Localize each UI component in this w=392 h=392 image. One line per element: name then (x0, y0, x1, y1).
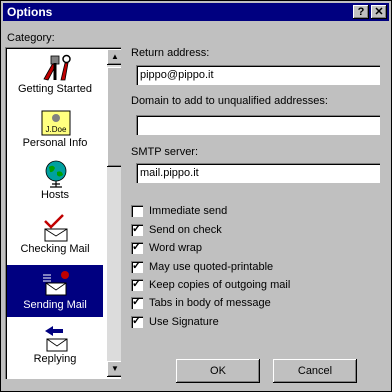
mail-send-icon (43, 271, 69, 296)
cancel-button[interactable]: Cancel (273, 359, 357, 383)
tabs-in-body-label[interactable]: Tabs in body of message (149, 297, 271, 309)
category-item-hosts[interactable]: Hosts (7, 155, 103, 207)
category-list[interactable]: Getting Started J.Doe Personal Info Host… (5, 47, 121, 379)
category-item-checking-mail[interactable]: Checking Mail (7, 209, 103, 261)
use-signature-checkbox[interactable]: ✓ (131, 315, 143, 328)
keep-copies-label[interactable]: Keep copies of outgoing mail (149, 279, 290, 291)
smtp-server-input[interactable]: mail.pippo.it (136, 163, 380, 183)
scroll-up-button[interactable]: ▲ (107, 49, 121, 65)
category-label: Category: (7, 32, 55, 44)
category-label-getting-started: Getting Started (18, 83, 92, 95)
mail-check-icon (44, 214, 68, 242)
checkmark-icon: ✓ (132, 278, 142, 290)
scroll-down-button[interactable]: ▼ (107, 361, 121, 377)
window-title: Options (7, 5, 53, 19)
word-wrap-checkbox[interactable]: ✓ (131, 241, 143, 254)
checkmark-icon: ✓ (132, 241, 142, 253)
send-on-check-label[interactable]: Send on check (149, 224, 222, 236)
scroll-thumb[interactable] (107, 67, 121, 167)
domain-input[interactable] (136, 115, 380, 135)
quoted-printable-checkbox[interactable]: ✓ (131, 260, 143, 273)
category-label-sending-mail: Sending Mail (23, 299, 87, 311)
category-label-checking-mail: Checking Mail (20, 243, 90, 255)
category-item-replying[interactable]: Replying (7, 319, 103, 371)
help-button[interactable]: ? (353, 5, 369, 19)
return-address-input[interactable]: pippo@pippo.it (136, 65, 380, 85)
checkmark-icon: ✓ (132, 223, 142, 235)
title-bar[interactable]: Options ? ✕ (3, 3, 389, 21)
category-item-sending-mail[interactable]: Sending Mail (7, 265, 103, 317)
checkmark-icon: ✓ (132, 260, 142, 272)
immediate-send-label[interactable]: Immediate send (149, 205, 227, 217)
smtp-server-label: SMTP server: (131, 146, 199, 158)
quoted-printable-label[interactable]: May use quoted-printable (149, 261, 273, 273)
category-label-replying: Replying (33, 353, 77, 365)
domain-label: Domain to add to unqualified addresses: (131, 95, 328, 107)
keep-copies-checkbox[interactable]: ✓ (131, 278, 143, 291)
category-label-hosts: Hosts (40, 189, 70, 201)
category-scrollbar[interactable]: ▲ ▼ (107, 49, 121, 377)
immediate-send-checkbox[interactable] (131, 205, 143, 217)
checkmark-icon: ✓ (132, 315, 142, 327)
close-button[interactable]: ✕ (371, 5, 387, 19)
reply-icon (45, 326, 68, 352)
category-item-personal-info[interactable]: J.Doe Personal Info (7, 103, 103, 155)
id-card-name: J.Doe (46, 125, 67, 134)
send-on-check-checkbox[interactable]: ✓ (131, 223, 143, 236)
category-label-personal-info: Personal Info (22, 137, 88, 149)
checkmark-icon: ✓ (132, 296, 142, 308)
use-signature-label[interactable]: Use Signature (149, 316, 219, 328)
options-dialog: Options ? ✕ Category: Getting Started J.… (0, 0, 392, 392)
category-item-getting-started[interactable]: Getting Started (7, 49, 103, 101)
globe-icon (45, 160, 67, 188)
return-address-label: Return address: (131, 47, 210, 59)
tools-icon (43, 54, 71, 81)
word-wrap-label[interactable]: Word wrap (149, 242, 202, 254)
tabs-in-body-checkbox[interactable]: ✓ (131, 296, 143, 309)
id-card-icon: J.Doe (41, 110, 71, 136)
ok-button[interactable]: OK (176, 359, 260, 383)
